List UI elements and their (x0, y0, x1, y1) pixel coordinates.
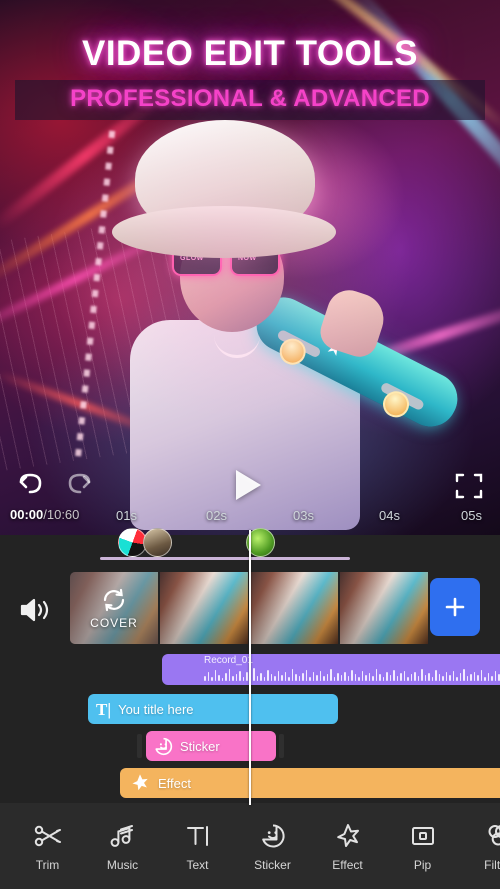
volume-icon[interactable] (18, 596, 54, 626)
video-editor-screen: ★ GLOW NOW VIDEO EDIT TOOLS PROFESSIONAL… (0, 0, 500, 889)
tool-filter[interactable]: Filter (460, 821, 500, 872)
playhead[interactable] (249, 530, 251, 805)
track-effect[interactable]: Effect (120, 768, 500, 798)
tool-effect[interactable]: Effect (310, 821, 385, 872)
tool-label: Filter (484, 857, 500, 872)
picture-in-picture-icon (409, 821, 437, 851)
scissors-icon (34, 821, 62, 851)
filter-circles-icon (484, 821, 500, 851)
tool-label: Effect (332, 857, 363, 872)
text-track-label: You title here (118, 701, 194, 717)
hero-subtitle: PROFESSIONAL & ADVANCED (70, 85, 430, 112)
tool-pip[interactable]: Pip (385, 821, 460, 872)
clip-shade (250, 572, 338, 644)
clip-thumbnail[interactable] (340, 572, 428, 644)
clip-shade (340, 572, 428, 644)
hero-title-block: VIDEO EDIT TOOLS PROFESSIONAL & ADVANCED (0, 34, 500, 120)
track-sticker[interactable]: Sticker (146, 731, 276, 761)
cover-label: COVER (90, 616, 138, 630)
ruler-tick: 04s (379, 508, 400, 523)
effect-star-icon (334, 821, 362, 851)
sticker-handle-left[interactable] (137, 734, 142, 758)
timeline-scrollbar[interactable] (100, 557, 350, 560)
play-icon (236, 470, 261, 500)
play-button[interactable] (236, 470, 266, 502)
plus-icon (445, 597, 465, 617)
tool-label: Trim (35, 857, 60, 872)
audio-track-name: Record_01 (204, 655, 253, 666)
effect-star-icon (132, 774, 148, 791)
hero-title: VIDEO EDIT TOOLS (81, 34, 418, 73)
undo-icon[interactable] (12, 468, 48, 504)
fullscreen-icon[interactable] (452, 469, 488, 505)
tool-text[interactable]: Text (160, 821, 235, 872)
tool-label: Music (106, 857, 139, 872)
tool-sticker[interactable]: Sticker (235, 821, 310, 872)
current-time: 00:00/10:60 (10, 507, 79, 522)
track-audio[interactable]: Record_01 (162, 654, 500, 685)
ruler-tick: 02s (206, 508, 227, 523)
sticker-icon (155, 737, 173, 755)
clip-thumbnail[interactable] (250, 572, 338, 644)
sticker-track-label: Sticker (180, 738, 220, 754)
bottom-toolbar: Trim Music Text Sticker Effect Pip Filt (0, 803, 500, 889)
ruler-tick: 05s (461, 508, 482, 523)
tool-label: Sticker (254, 857, 291, 872)
redo-icon[interactable] (62, 468, 98, 504)
time-elapsed: 00:00 (10, 507, 44, 522)
clip-shade (160, 572, 248, 644)
ruler-tick: 03s (293, 508, 314, 523)
sticker-handle-right[interactable] (279, 734, 284, 758)
clip-thumbnail[interactable] (160, 572, 248, 644)
rotate-icon (103, 588, 125, 612)
player-controls (0, 466, 500, 510)
tool-music[interactable]: Music (85, 821, 160, 872)
text-icon: T| (96, 699, 112, 719)
sticker-smiley-icon (259, 821, 287, 851)
tool-trim[interactable]: Trim (10, 821, 85, 872)
text-icon (184, 821, 212, 851)
sticker-marker[interactable] (143, 528, 172, 557)
tool-label: Pip (413, 857, 432, 872)
effect-track-label: Effect (158, 775, 192, 791)
music-note-icon (109, 821, 137, 851)
time-ruler: 00:00/10:60 01s 02s 03s 04s 05s (0, 505, 500, 529)
cover-overlay[interactable]: COVER (70, 572, 158, 644)
hero-subtitle-band: PROFESSIONAL & ADVANCED (15, 80, 485, 120)
time-total: /10:60 (43, 507, 80, 522)
ruler-tick: 01s (116, 508, 137, 523)
add-clip-button[interactable] (430, 578, 480, 636)
track-text[interactable]: T| You title here (88, 694, 338, 724)
clip-thumbnail-cover[interactable]: COVER (70, 572, 158, 644)
tool-label: Text (186, 857, 209, 872)
